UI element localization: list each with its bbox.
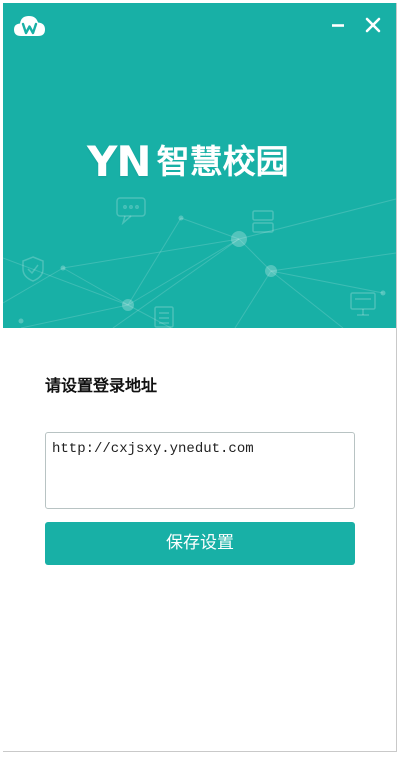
cloud-w-icon bbox=[14, 16, 45, 36]
logo-name: 智慧校园 bbox=[156, 142, 289, 181]
login-url-input[interactable]: http://cxjsxy.ynedut.com bbox=[45, 432, 355, 509]
minimize-icon bbox=[332, 24, 344, 27]
chat-bubble-icon bbox=[116, 197, 146, 226]
server-icon bbox=[252, 210, 274, 233]
app-logo: YN 智慧校园 bbox=[87, 140, 289, 184]
header-banner: YN 智慧校园 bbox=[3, 3, 396, 328]
close-icon bbox=[365, 17, 381, 33]
monitor-icon bbox=[350, 292, 376, 316]
close-button[interactable] bbox=[362, 14, 384, 36]
logo-mark: YN bbox=[87, 137, 152, 186]
login-address-title: 请设置登录地址 bbox=[45, 376, 158, 395]
app-window: YN 智慧校园 请设置登录地址 http://cxjsxy.ynedut.com… bbox=[3, 3, 397, 752]
minimize-button[interactable] bbox=[327, 14, 349, 36]
save-settings-button[interactable]: 保存设置 bbox=[45, 522, 355, 565]
